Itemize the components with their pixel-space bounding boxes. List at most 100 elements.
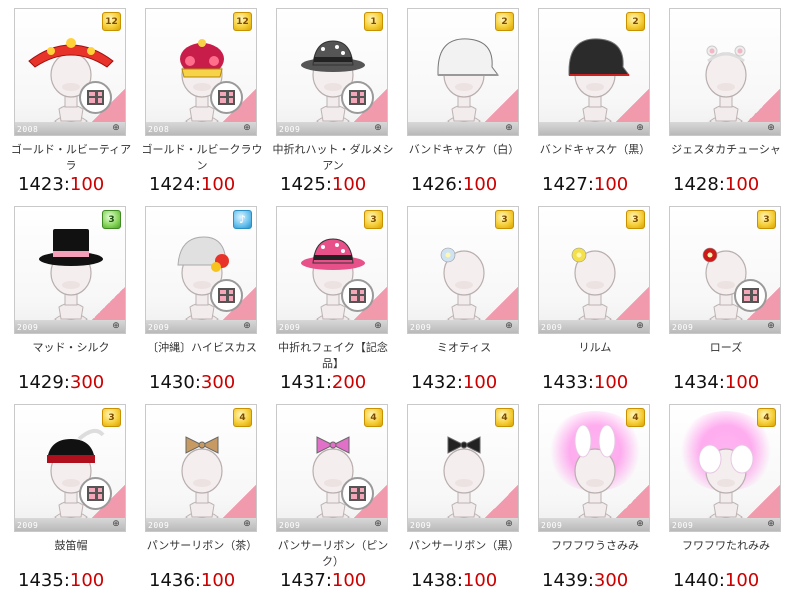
item-price: 1425:100: [280, 174, 367, 195]
item-thumbnail[interactable]: 3 2009 ⊕: [407, 206, 519, 334]
item-thumbnail[interactable]: 3 2009 ⊕: [538, 206, 650, 334]
item-id: 1432: [411, 372, 457, 393]
zoom-icon[interactable]: ⊕: [502, 123, 516, 134]
item-name: ローズ: [709, 341, 743, 354]
item-thumbnail[interactable]: ⊕: [669, 8, 781, 136]
item-thumbnail[interactable]: 3 2009 ⊕: [669, 206, 781, 334]
release-year: 2008: [148, 125, 170, 134]
item-thumbnail[interactable]: 4 2009 ⊕: [538, 404, 650, 532]
item-thumbnail[interactable]: 2 ⊕: [407, 8, 519, 136]
catalog-item[interactable]: 1 2009 ⊕ 中折れハット・ダルメシアン 1425:100: [272, 8, 403, 206]
item-thumbnail[interactable]: 2 ⊕: [538, 8, 650, 136]
item-thumbnail[interactable]: 4 2009 ⊕: [145, 404, 257, 532]
catalog-item[interactable]: 4 2009 ⊕ フワフワたれみみ 1440:100: [665, 404, 796, 602]
level-badge: 3: [102, 210, 121, 229]
zoom-icon[interactable]: ⊕: [764, 123, 778, 134]
release-year: 2009: [541, 521, 563, 530]
zoom-icon[interactable]: ⊕: [109, 123, 123, 134]
item-price: 1437:100: [280, 570, 367, 591]
catalog-item[interactable]: ⊕ ジェスタカチューシャ 1428:100: [665, 8, 796, 206]
catalog-item[interactable]: 3 2009 ⊕ リルム 1433:100: [534, 206, 665, 404]
zoom-icon[interactable]: ⊕: [633, 123, 647, 134]
catalog-item[interactable]: 3 2009 ⊕ 中折れフェイク【記念品】 1431:200: [272, 206, 403, 404]
item-thumbnail[interactable]: 4 2009 ⊕: [276, 404, 388, 532]
gift-icon[interactable]: [79, 477, 112, 510]
catalog-item[interactable]: ♪ 2009 ⊕ 〔沖縄〕ハイビスカス 1430:300: [141, 206, 272, 404]
catalog-item[interactable]: 12 2008 ⊕ ゴールド・ルビークラウン 1424:100: [141, 8, 272, 206]
catalog-item[interactable]: 2 ⊕ バンドキャスケ（白） 1426:100: [403, 8, 534, 206]
catalog-item[interactable]: 2 ⊕ バンドキャスケ（黒） 1427:100: [534, 8, 665, 206]
item-price: 1440:100: [673, 570, 760, 591]
release-year: 2008: [17, 125, 39, 134]
pink-corner-decoration: [611, 281, 649, 325]
item-thumbnail[interactable]: ♪ 2009 ⊕: [145, 206, 257, 334]
gift-icon[interactable]: [79, 81, 112, 114]
catalog-item[interactable]: 3 2009 ⊕ ミオティス 1432:100: [403, 206, 534, 404]
release-year: 2009: [148, 521, 170, 530]
item-id: 1433: [542, 372, 588, 393]
gift-icon[interactable]: [210, 81, 243, 114]
zoom-icon[interactable]: ⊕: [371, 321, 385, 332]
catalog-item[interactable]: 4 2009 ⊕ パンサーリボン（茶） 1436:100: [141, 404, 272, 602]
release-year: 2009: [148, 323, 170, 332]
zoom-icon[interactable]: ⊕: [240, 519, 254, 530]
item-catalog-grid: 12 2008 ⊕ ゴールド・ルビーティアラ 1423:100 12 2008 …: [10, 8, 796, 602]
level-badge: 1: [364, 12, 383, 31]
release-year: 2009: [17, 521, 39, 530]
catalog-item[interactable]: 12 2008 ⊕ ゴールド・ルビーティアラ 1423:100: [10, 8, 141, 206]
thumbnail-footer: 2009 ⊕: [277, 320, 387, 333]
thumbnail-footer: 2009 ⊕: [15, 320, 125, 333]
zoom-icon[interactable]: ⊕: [633, 321, 647, 332]
catalog-item[interactable]: 3 2009 ⊕ 鼓笛帽 1435:100: [10, 404, 141, 602]
item-thumbnail[interactable]: 3 2009 ⊕: [14, 404, 126, 532]
item-price-value: 100: [462, 570, 498, 591]
gift-icon[interactable]: [341, 477, 374, 510]
item-thumbnail[interactable]: 4 2009 ⊕: [407, 404, 519, 532]
item-price: 1429:300: [18, 372, 105, 393]
thumbnail-footer: 2009 ⊕: [670, 320, 780, 333]
zoom-icon[interactable]: ⊕: [240, 123, 254, 134]
zoom-icon[interactable]: ⊕: [502, 321, 516, 332]
pink-corner-decoration: [218, 479, 256, 523]
catalog-item[interactable]: 4 2009 ⊕ パンサーリボン（ピンク） 1437:100: [272, 404, 403, 602]
zoom-icon[interactable]: ⊕: [109, 321, 123, 332]
zoom-icon[interactable]: ⊕: [502, 519, 516, 530]
item-name: パンサーリボン（茶）: [146, 539, 258, 552]
zoom-icon[interactable]: ⊕: [764, 321, 778, 332]
item-price-value: 100: [462, 372, 498, 393]
item-name: パンサーリボン（ピンク）: [277, 539, 389, 568]
catalog-item[interactable]: 4 2009 ⊕ パンサーリボン（黒） 1438:100: [403, 404, 534, 602]
item-thumbnail[interactable]: 4 2009 ⊕: [669, 404, 781, 532]
item-name: マッド・シルク: [32, 341, 110, 354]
item-thumbnail[interactable]: 3 2009 ⊕: [276, 206, 388, 334]
item-thumbnail[interactable]: 12 2008 ⊕: [14, 8, 126, 136]
gift-icon[interactable]: [341, 279, 374, 312]
catalog-item[interactable]: 3 2009 ⊕ ローズ 1434:100: [665, 206, 796, 404]
item-price-value: 100: [200, 570, 236, 591]
zoom-icon[interactable]: ⊕: [371, 519, 385, 530]
catalog-row: 12 2008 ⊕ ゴールド・ルビーティアラ 1423:100 12 2008 …: [10, 8, 796, 206]
thumbnail-footer: ⊕: [408, 122, 518, 135]
item-id: 1429: [18, 372, 64, 393]
item-price: 1428:100: [673, 174, 760, 195]
catalog-item[interactable]: 4 2009 ⊕ フワフワうさみみ 1439:300: [534, 404, 665, 602]
zoom-icon[interactable]: ⊕: [633, 519, 647, 530]
zoom-icon[interactable]: ⊕: [109, 519, 123, 530]
gift-icon[interactable]: [210, 279, 243, 312]
item-id: 1426: [411, 174, 457, 195]
thumbnail-footer: ⊕: [539, 122, 649, 135]
zoom-icon[interactable]: ⊕: [371, 123, 385, 134]
catalog-row: 3 2009 ⊕ マッド・シルク 1429:300 ♪ 2009 ⊕ 〔沖縄〕ハ…: [10, 206, 796, 404]
item-thumbnail[interactable]: 3 2009 ⊕: [14, 206, 126, 334]
pink-corner-decoration: [611, 479, 649, 523]
gift-icon[interactable]: [734, 279, 767, 312]
gift-icon[interactable]: [341, 81, 374, 114]
zoom-icon[interactable]: ⊕: [764, 519, 778, 530]
catalog-item[interactable]: 3 2009 ⊕ マッド・シルク 1429:300: [10, 206, 141, 404]
item-thumbnail[interactable]: 12 2008 ⊕: [145, 8, 257, 136]
catalog-row: 3 2009 ⊕ 鼓笛帽 1435:100 4 2009 ⊕ パンサーリボン（茶…: [10, 404, 796, 602]
item-thumbnail[interactable]: 1 2009 ⊕: [276, 8, 388, 136]
release-year: 2009: [279, 323, 301, 332]
pink-corner-decoration: [742, 479, 780, 523]
zoom-icon[interactable]: ⊕: [240, 321, 254, 332]
